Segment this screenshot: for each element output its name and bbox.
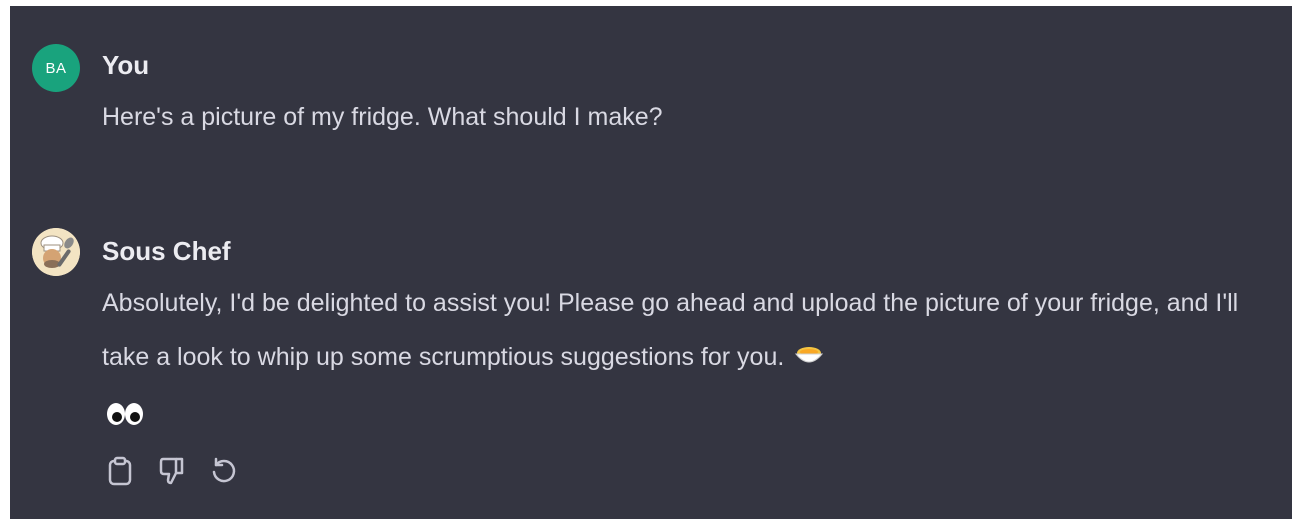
assistant-message-text: Absolutely, I'd be delighted to assist y… (102, 276, 1272, 385)
thumbs-down-button[interactable] (158, 456, 186, 486)
assistant-message-body: Absolutely, I'd be delighted to assist y… (102, 289, 1239, 371)
cooking-bowl-emoji (794, 331, 824, 385)
assistant-author-name: Sous Chef (102, 236, 231, 266)
eyes-emoji (106, 402, 144, 426)
chef-icon (32, 228, 80, 276)
sous-chef-avatar (32, 228, 80, 276)
copy-icon (108, 456, 132, 486)
message-actions (106, 456, 238, 486)
copy-button[interactable] (106, 456, 134, 486)
user-avatar: BA (32, 44, 80, 92)
user-author-name: You (102, 50, 150, 80)
regenerate-icon (212, 457, 236, 483)
regenerate-button[interactable] (210, 456, 238, 486)
thumbs-down-icon (159, 457, 184, 485)
chat-panel: BA You Here's a picture of my fridge. Wh… (10, 6, 1292, 519)
user-message-text: Here's a picture of my fridge. What shou… (102, 103, 663, 131)
user-avatar-initials: BA (45, 59, 67, 77)
